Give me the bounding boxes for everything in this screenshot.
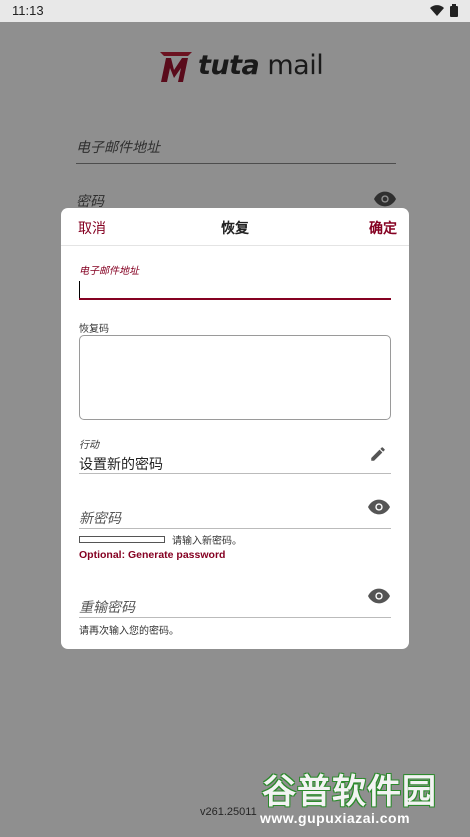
eye-icon[interactable] — [368, 499, 390, 515]
wifi-icon — [430, 5, 444, 16]
password-strength-hint: 请输入新密码。 — [172, 536, 242, 547]
action-underline — [79, 473, 391, 474]
email-label: 电子邮件地址 — [79, 266, 139, 277]
status-icons — [430, 4, 458, 17]
repeat-password-input[interactable]: 重输密码 — [79, 597, 135, 617]
site-watermark: 谷普软件园 www.gupuxiazai.com — [258, 762, 466, 834]
battery-icon — [450, 4, 458, 17]
dialog-header: 取消 恢复 确定 — [61, 208, 409, 246]
new-password-input[interactable]: 新密码 — [79, 508, 121, 528]
password-strength-bar — [79, 536, 165, 543]
watermark-title: 谷普软件园 — [262, 772, 437, 812]
repeat-password-hint: 请再次输入您的密码。 — [79, 626, 179, 637]
pencil-icon[interactable] — [369, 445, 387, 463]
status-time: 11:13 — [12, 3, 44, 18]
generate-password-link[interactable]: Optional: Generate password — [79, 549, 225, 561]
status-bar: 11:13 — [0, 0, 470, 22]
email-input[interactable] — [79, 278, 391, 300]
watermark-url: www.gupuxiazai.com — [260, 810, 411, 826]
dialog-title: 恢复 — [221, 221, 249, 237]
confirm-button[interactable]: 确定 — [369, 218, 397, 238]
eye-icon[interactable] — [368, 588, 390, 604]
text-caret — [79, 281, 80, 298]
action-selector[interactable]: 设置新的密码 — [79, 454, 163, 474]
recovery-code-label: 恢复码 — [79, 324, 109, 335]
recovery-code-input[interactable] — [79, 335, 391, 420]
action-label: 行动 — [79, 440, 99, 451]
recovery-dialog: 取消 恢复 确定 电子邮件地址 恢复码 行动 设置新的密码 新密码 请输入新密码… — [61, 208, 409, 649]
repeat-password-underline — [79, 617, 391, 618]
new-password-underline — [79, 528, 391, 529]
